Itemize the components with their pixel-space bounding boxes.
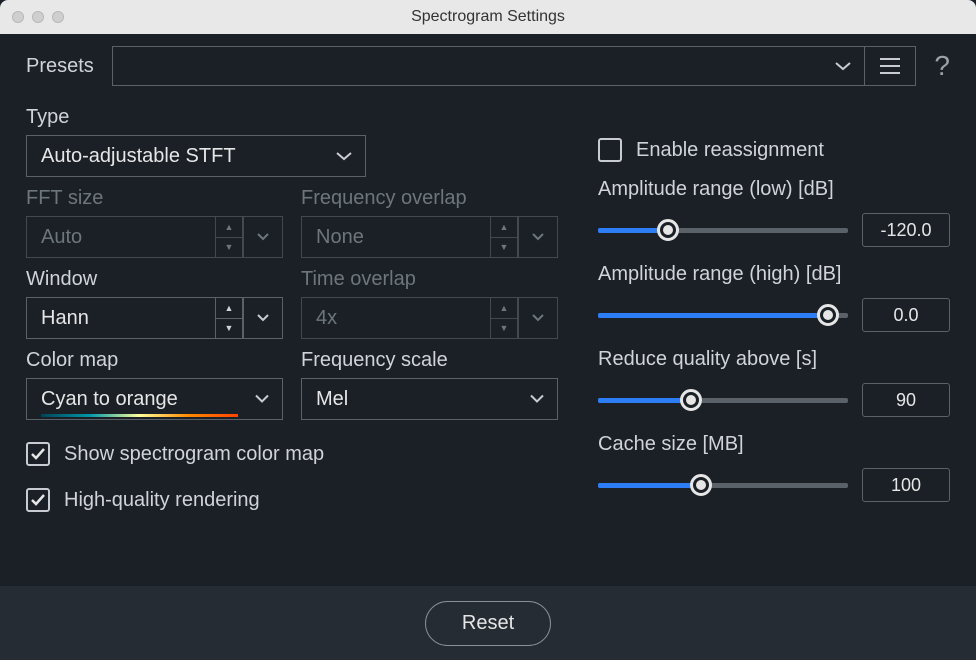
amp-high-slider[interactable] xyxy=(598,303,848,327)
step-down-icon: ▼ xyxy=(490,318,518,340)
step-up-icon: ▲ xyxy=(215,216,243,237)
reduce-quality-label: Reduce quality above [s] xyxy=(598,348,950,371)
chevron-down-icon xyxy=(529,394,545,405)
window-input[interactable]: Hann ▲▼ xyxy=(26,297,283,339)
freq-overlap-dropdown xyxy=(518,216,558,258)
footer: Reset xyxy=(0,586,976,660)
step-down-icon: ▼ xyxy=(490,237,518,259)
amp-low-value[interactable]: -120.0 xyxy=(862,213,950,247)
close-window-button[interactable] xyxy=(12,11,24,23)
type-select[interactable]: Auto-adjustable STFT xyxy=(26,135,366,177)
amp-high-value[interactable]: 0.0 xyxy=(862,298,950,332)
colormap-preview xyxy=(41,414,238,417)
fft-size-input: Auto ▲▼ xyxy=(26,216,283,258)
freq-overlap-value: None xyxy=(316,226,364,249)
show-colormap-checkbox[interactable] xyxy=(26,442,50,466)
hq-render-label: High-quality rendering xyxy=(64,489,260,512)
freq-scale-select[interactable]: Mel xyxy=(301,378,558,420)
show-colormap-label: Show spectrogram color map xyxy=(64,443,324,466)
freq-overlap-input: None ▲▼ xyxy=(301,216,558,258)
type-value: Auto-adjustable STFT xyxy=(41,145,236,168)
reset-button[interactable]: Reset xyxy=(425,601,551,646)
fft-size-value: Auto xyxy=(41,226,82,249)
freq-overlap-label: Frequency overlap xyxy=(301,187,558,210)
chevron-down-icon xyxy=(834,60,852,72)
step-up-icon[interactable]: ▲ xyxy=(215,297,243,318)
presets-select[interactable] xyxy=(112,46,865,86)
window-controls xyxy=(12,11,64,23)
cache-size-label: Cache size [MB] xyxy=(598,433,950,456)
time-overlap-dropdown xyxy=(518,297,558,339)
reduce-quality-slider[interactable] xyxy=(598,388,848,412)
window-label: Window xyxy=(26,268,283,291)
amp-low-slider[interactable] xyxy=(598,218,848,242)
freq-scale-value: Mel xyxy=(316,388,348,411)
amp-high-label: Amplitude range (high) [dB] xyxy=(598,263,950,286)
help-icon: ? xyxy=(934,50,950,81)
hamburger-icon xyxy=(878,57,902,75)
colormap-select[interactable]: Cyan to orange xyxy=(26,378,283,420)
time-overlap-value: 4x xyxy=(316,307,337,330)
amp-low-label: Amplitude range (low) [dB] xyxy=(598,178,950,201)
zoom-window-button[interactable] xyxy=(52,11,64,23)
window-title: Spectrogram Settings xyxy=(411,8,565,26)
presets-menu-button[interactable] xyxy=(864,46,916,86)
cache-size-value[interactable]: 100 xyxy=(862,468,950,502)
checkmark-icon xyxy=(30,493,46,507)
fft-size-label: FFT size xyxy=(26,187,283,210)
step-up-icon: ▲ xyxy=(490,216,518,237)
minimize-window-button[interactable] xyxy=(32,11,44,23)
step-down-icon: ▼ xyxy=(215,237,243,259)
chevron-down-icon xyxy=(335,150,353,162)
colormap-label: Color map xyxy=(26,349,283,372)
reduce-quality-value[interactable]: 90 xyxy=(862,383,950,417)
hq-render-checkbox[interactable] xyxy=(26,488,50,512)
time-overlap-input: 4x ▲▼ xyxy=(301,297,558,339)
freq-scale-label: Frequency scale xyxy=(301,349,558,372)
presets-label: Presets xyxy=(26,55,94,78)
time-overlap-label: Time overlap xyxy=(301,268,558,291)
enable-reassign-label: Enable reassignment xyxy=(636,139,824,162)
window-dropdown[interactable] xyxy=(243,297,283,339)
step-down-icon[interactable]: ▼ xyxy=(215,318,243,340)
type-label: Type xyxy=(26,106,558,129)
help-button[interactable]: ? xyxy=(934,50,950,82)
step-up-icon: ▲ xyxy=(490,297,518,318)
window-value: Hann xyxy=(41,307,89,330)
chevron-down-icon xyxy=(254,394,270,405)
fft-size-dropdown xyxy=(243,216,283,258)
checkmark-icon xyxy=(30,447,46,461)
colormap-value: Cyan to orange xyxy=(41,388,178,411)
cache-size-slider[interactable] xyxy=(598,473,848,497)
enable-reassign-checkbox[interactable] xyxy=(598,138,622,162)
titlebar: Spectrogram Settings xyxy=(0,0,976,34)
